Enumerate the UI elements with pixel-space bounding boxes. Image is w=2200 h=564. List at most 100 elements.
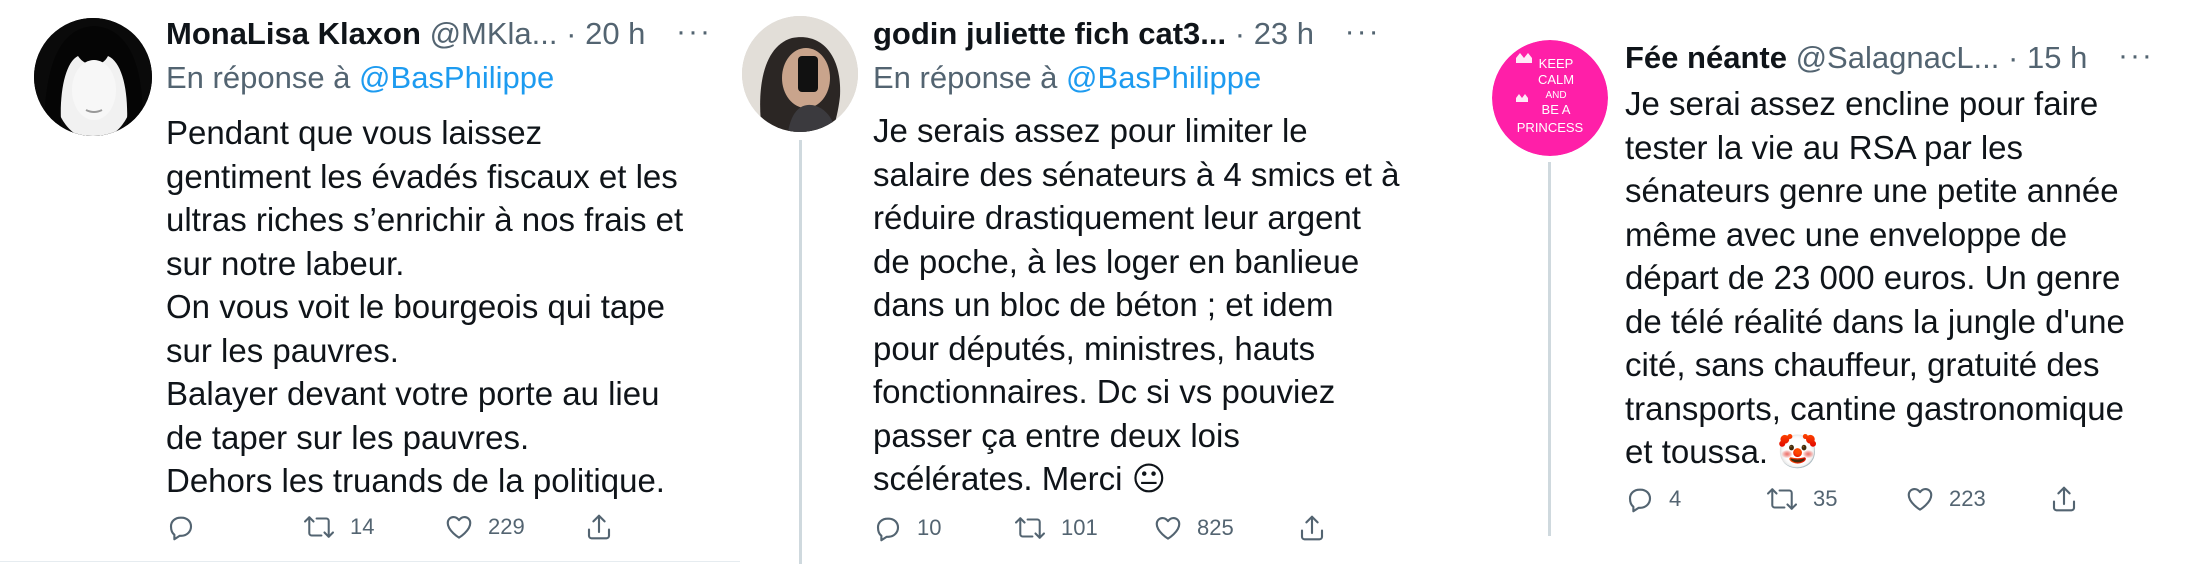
avatar-photo-icon	[742, 16, 858, 132]
tweet-text-line: Je serai assez encline pour faire	[1625, 85, 2099, 122]
timestamp[interactable]: 23 h	[1254, 16, 1314, 51]
reply-button[interactable]: 4	[1625, 484, 1681, 514]
heart-icon	[1155, 516, 1181, 540]
like-count: 223	[1949, 486, 1986, 511]
tweet-text: Je serais assez pour limiter le salaire …	[873, 109, 1399, 501]
tweet-text-line: gentiment les évadés fiscaux et les	[166, 157, 678, 195]
tweet-text-line: ultras riches s’enrichir à nos frais et	[166, 201, 684, 238]
reply-icon	[1628, 488, 1652, 513]
avatar-portrait-icon	[34, 18, 152, 136]
tweet-text-line: réduire drastiquement leur argent	[873, 199, 1361, 236]
reply-prefix: En réponse à	[166, 60, 351, 95]
more-icon[interactable]: ···	[2118, 38, 2154, 74]
tweet-text-line: sénateurs genre une petite année	[1625, 172, 2119, 209]
tweet-text-line: de taper sur les pauvres.	[166, 418, 530, 456]
avatar-text: BE A	[1542, 102, 1571, 117]
separator-dot: ·	[1234, 16, 1246, 51]
retweet-icon	[1015, 517, 1045, 539]
divider	[0, 561, 740, 562]
tweet-text-line: pour députés, ministres, hauts	[873, 329, 1316, 367]
author-handle[interactable]: @SalagnacL...	[1796, 40, 2000, 75]
reply-button[interactable]: 10	[873, 513, 941, 543]
tweet-text-line: même avec une enveloppe de	[1625, 215, 2068, 253]
tweet-text-line: départ de 23 000 euros. Un genre	[1625, 259, 2121, 296]
avatar-text: KEEP	[1539, 56, 1574, 71]
share-icon	[1300, 515, 1324, 541]
avatar[interactable]	[34, 18, 152, 136]
tweet-card[interactable]: godin juliette fich cat3... · 23 h ··· E…	[740, 0, 1510, 564]
retweet-count: 14	[350, 514, 375, 539]
reply-context: En réponse à @BasPhilippe	[873, 58, 1261, 98]
tweet-text-line: Je serais assez pour limiter le	[873, 112, 1308, 149]
reply-mention-link[interactable]: @BasPhilippe	[359, 60, 554, 95]
tweet-header: godin juliette fich cat3... · 23 h ···	[873, 14, 1381, 54]
share-icon	[2052, 486, 2076, 512]
tweet-text-line: fonctionnaires. Dc si vs pouviez	[873, 373, 1336, 410]
like-button[interactable]: 229	[444, 512, 525, 542]
like-button[interactable]: 825	[1153, 513, 1234, 543]
like-count: 825	[1197, 515, 1234, 540]
tweet-actions: 4 35 223	[1625, 484, 2085, 520]
tweet-header: Fée néante @SalagnacL... · 15 h ···	[1625, 38, 2154, 78]
tweet-text-line: tester la vie au RSA par les	[1625, 128, 2024, 166]
separator-dot: ·	[566, 16, 577, 51]
share-button[interactable]	[584, 512, 614, 542]
author-handle[interactable]: @MKla...	[430, 16, 558, 51]
avatar-text: PRINCESS	[1517, 120, 1584, 135]
share-button[interactable]	[1297, 513, 1327, 543]
timestamp[interactable]: 20 h	[585, 16, 645, 51]
reply-count: 10	[917, 515, 942, 540]
tweet-text-line: sur les pauvres.	[166, 331, 399, 369]
retweet-count: 101	[1061, 515, 1098, 540]
reply-prefix: En réponse à	[873, 60, 1058, 95]
avatar[interactable]: KEEP CALM AND BE A PRINCESS	[1492, 40, 1608, 156]
tweet-actions: 14 229	[166, 512, 626, 548]
author-name[interactable]: godin juliette fich cat3...	[873, 16, 1226, 51]
tweet-header: MonaLisa Klaxon @MKla... · 20 h ···	[166, 14, 712, 54]
heart-icon	[1907, 487, 1933, 511]
tweet-actions: 10 101 825	[873, 513, 1333, 549]
tweet-text-line: et toussa. 🤡	[1625, 433, 1819, 470]
thread-line	[1548, 162, 1551, 536]
avatar[interactable]	[742, 16, 858, 132]
tweet-text-line: Dehors les truands de la politique.	[166, 462, 665, 499]
share-icon	[587, 514, 611, 540]
tweet-text-line: scélérates. Merci 😐	[873, 460, 1166, 497]
timestamp[interactable]: 15 h	[2027, 40, 2087, 75]
tweet-card[interactable]: KEEP CALM AND BE A PRINCESS Fée néante @…	[1490, 0, 2200, 564]
like-button[interactable]: 223	[1905, 484, 1986, 514]
author-name[interactable]: MonaLisa Klaxon	[166, 16, 421, 51]
reply-icon	[169, 516, 193, 541]
avatar-text: AND	[1545, 90, 1566, 101]
more-icon[interactable]: ···	[676, 14, 712, 50]
reply-count: 4	[1669, 486, 1682, 511]
retweet-button[interactable]: 101	[1013, 513, 1098, 543]
tweet-text-line: de poche, à les loger en banlieue	[873, 242, 1360, 280]
tweet-text: Pendant que vous laissez gentiment les é…	[166, 111, 683, 503]
reply-mention-link[interactable]: @BasPhilippe	[1066, 60, 1261, 95]
tweet-text-line: Pendant que vous laissez	[166, 114, 543, 151]
tweet-card[interactable]: MonaLisa Klaxon @MKla... · 20 h ··· En r…	[0, 0, 760, 564]
tweet-text-line: passer ça entre deux lois	[873, 416, 1240, 454]
avatar-keep-calm-icon: KEEP CALM AND BE A PRINCESS	[1492, 40, 1608, 156]
tweet-text-line: dans un bloc de béton ; et idem	[873, 286, 1334, 323]
reply-context: En réponse à @BasPhilippe	[166, 58, 554, 98]
avatar-text: CALM	[1538, 72, 1574, 87]
thread-line	[799, 140, 802, 564]
heart-icon	[446, 515, 472, 539]
tweet-text-line: salaire des sénateurs à 4 smics et à	[873, 155, 1400, 193]
tweet-text-line: Balayer devant votre porte au lieu	[166, 375, 660, 412]
tweet-text-line: sur notre labeur.	[166, 244, 405, 282]
more-icon[interactable]: ···	[1345, 14, 1381, 50]
share-button[interactable]	[2049, 484, 2079, 514]
reply-button[interactable]	[166, 512, 210, 542]
retweet-button[interactable]: 14	[302, 512, 374, 542]
reply-icon	[876, 517, 900, 542]
retweet-icon	[1767, 488, 1797, 510]
tweet-text-line: transports, cantine gastronomique	[1625, 389, 2124, 427]
retweet-button[interactable]: 35	[1765, 484, 1837, 514]
tweet-text-line: de télé réalité dans la jungle d'une	[1625, 302, 2125, 340]
separator-dot: ·	[2008, 40, 2019, 75]
author-name[interactable]: Fée néante	[1625, 40, 1787, 75]
retweet-icon	[304, 516, 334, 538]
